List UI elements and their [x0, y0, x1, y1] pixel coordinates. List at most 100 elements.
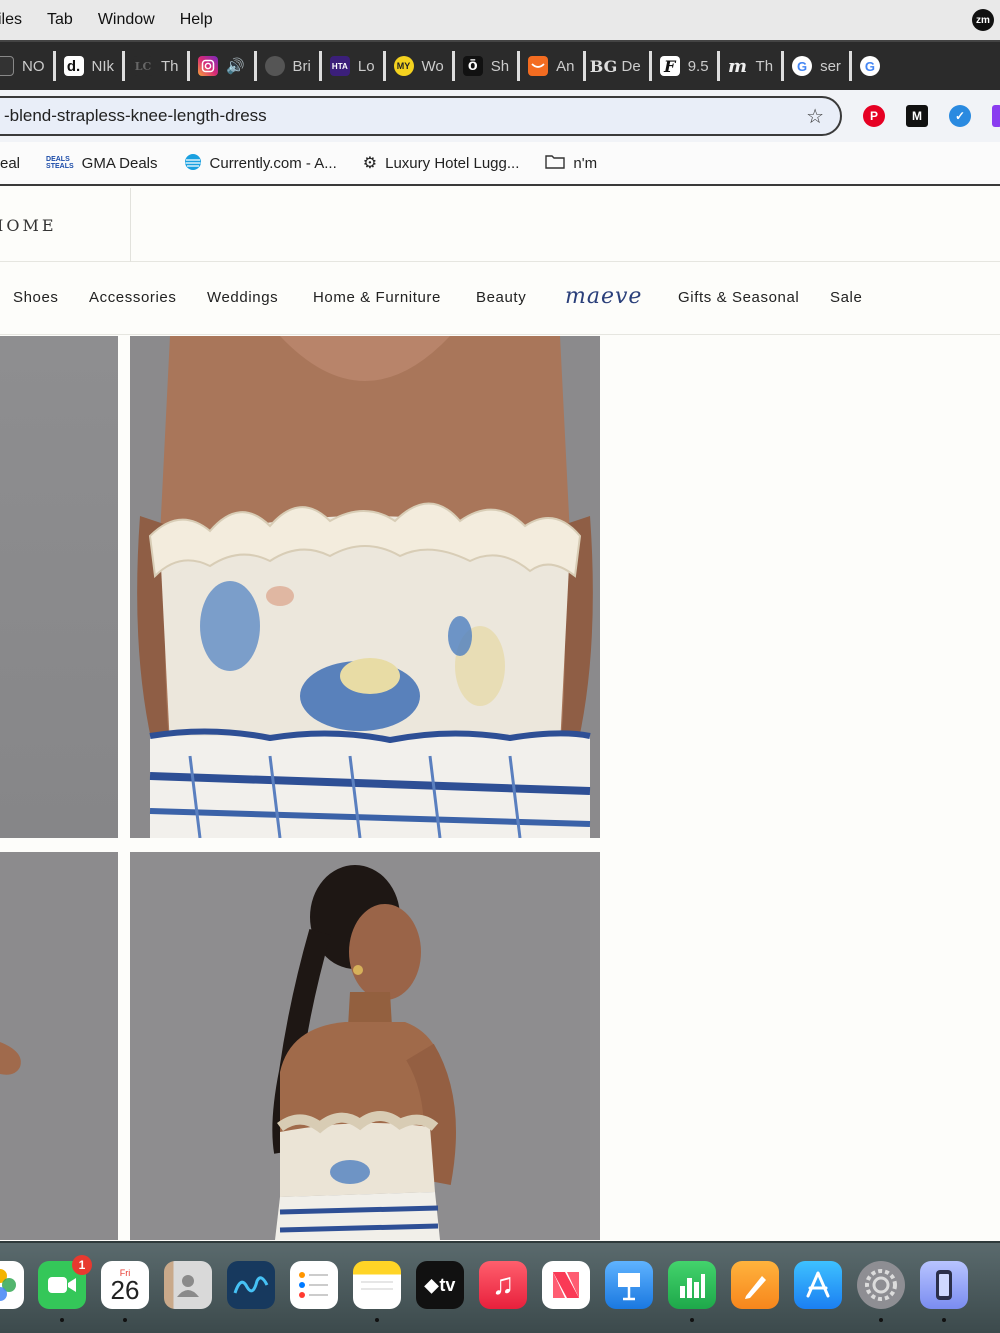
tab-script-f[interactable]: F 9.5 — [652, 51, 720, 81]
product-image-left-top[interactable] — [0, 336, 118, 838]
instagram-icon — [197, 56, 218, 76]
bookmark-label: eal — [0, 154, 21, 172]
globe-icon — [264, 56, 285, 76]
running-indicator — [60, 1318, 64, 1322]
running-indicator — [375, 1318, 379, 1322]
tv-label: ◆ — [424, 1274, 439, 1295]
tab-bg[interactable]: BG De — [586, 51, 652, 81]
running-indicator — [690, 1318, 694, 1322]
tab-ring[interactable]: ō Sh — [455, 51, 521, 81]
tab-label: 9.5 — [687, 57, 709, 75]
pinterest-icon[interactable]: P — [863, 105, 885, 127]
amazon-icon — [528, 56, 549, 76]
google-icon: G — [792, 56, 813, 76]
tab-nike[interactable]: d. NIk — [56, 51, 125, 81]
bookmark-folder-nm[interactable]: n'm — [545, 154, 597, 172]
dress-bodice-illustration — [130, 336, 600, 838]
facetime-icon[interactable]: 1 — [38, 1255, 92, 1309]
macos-menu-bar: iles Tab Window Help zm — [0, 0, 1000, 40]
d-icon: d. — [63, 56, 84, 76]
m-extension-icon[interactable]: M — [906, 105, 928, 127]
zoom-app-icon[interactable]: zm — [972, 9, 994, 31]
calendar-icon[interactable]: Fri 26 — [101, 1261, 149, 1309]
bg-icon: BG — [589, 56, 618, 76]
tab-my[interactable]: MY Wo — [386, 51, 455, 81]
folder-icon — [545, 154, 566, 172]
site-logo[interactable]: IOME — [0, 188, 131, 262]
news-icon[interactable] — [542, 1261, 590, 1309]
freeform-icon[interactable] — [227, 1261, 275, 1309]
nordstrom-icon — [0, 56, 14, 76]
app-store-icon[interactable] — [794, 1261, 842, 1309]
category-nav: Shoes Accessories Weddings Home & Furnit… — [0, 262, 1000, 335]
script-m-icon: m — [728, 55, 748, 77]
tab-google-2[interactable]: G — [852, 51, 896, 81]
menu-window[interactable]: Window — [98, 11, 155, 29]
tab-amazon[interactable]: An — [520, 51, 586, 81]
apple-tv-icon[interactable]: ◆ tv — [416, 1261, 464, 1309]
site-header: IOME — [0, 188, 1000, 262]
ring-icon: ō — [462, 56, 483, 76]
bookmark-star-icon[interactable]: ☆ — [806, 104, 824, 129]
tv-text: tv — [439, 1274, 456, 1295]
nav-accessories[interactable]: Accessories — [89, 289, 176, 306]
tab-label: ser — [820, 57, 841, 75]
pages-icon[interactable] — [731, 1261, 779, 1309]
tab-instagram[interactable]: 🔊 — [190, 51, 257, 81]
calendar-date: 26 — [110, 1275, 140, 1305]
bookmark-gma-deals[interactable]: DEALS STEALS GMA Deals — [46, 155, 157, 172]
bookmarks-bar: eal DEALS STEALS GMA Deals Currently.com … — [0, 142, 1000, 186]
keynote-icon[interactable] — [605, 1261, 653, 1309]
product-image-front-closeup[interactable] — [130, 336, 600, 838]
model-back-illustration — [130, 852, 600, 1240]
tab-lc[interactable]: LC Th — [125, 51, 190, 81]
photos-icon[interactable] — [0, 1261, 24, 1309]
running-indicator — [879, 1318, 883, 1322]
menu-tab[interactable]: Tab — [47, 11, 73, 29]
logo-text: IOME — [0, 215, 57, 235]
nav-shoes[interactable]: Shoes — [13, 289, 59, 306]
bookmark-luxury-hotel[interactable]: ⚙ Luxury Hotel Lugg... — [363, 153, 520, 173]
script-f-icon: F — [659, 56, 680, 76]
photo-backdrop — [0, 336, 118, 838]
my-icon: MY — [393, 56, 414, 76]
product-image-back-view[interactable] — [130, 852, 600, 1240]
tab-label: Th — [161, 57, 179, 75]
tab-label: NO — [22, 57, 45, 75]
tab-bri[interactable]: Bri — [257, 51, 322, 81]
menu-help[interactable]: Help — [180, 11, 213, 29]
gma-deals-icon: DEALS STEALS — [46, 156, 74, 170]
product-image-left-bottom[interactable] — [0, 852, 118, 1240]
iphone-mirroring-icon[interactable] — [920, 1261, 968, 1309]
blue-extension-icon[interactable]: ✓ — [949, 105, 971, 127]
running-indicator — [123, 1318, 127, 1322]
purple-extension-icon[interactable] — [992, 105, 1000, 127]
tab-label: An — [556, 57, 575, 75]
nav-weddings[interactable]: Weddings — [207, 289, 278, 306]
nav-maeve-logo[interactable]: maeve — [565, 284, 642, 309]
nav-sale[interactable]: Sale — [830, 289, 862, 306]
system-settings-icon[interactable] — [857, 1261, 905, 1309]
notes-icon[interactable] — [353, 1261, 401, 1309]
tab-label: Wo — [421, 57, 444, 75]
reminders-icon[interactable] — [290, 1261, 338, 1309]
url-text: -blend-strapless-knee-length-dress — [4, 106, 267, 125]
tab-google[interactable]: G ser — [784, 51, 852, 81]
bookmark-currently[interactable]: Currently.com - A... — [184, 153, 337, 174]
nav-home-furniture[interactable]: Home & Furniture — [313, 289, 441, 306]
contacts-icon[interactable] — [164, 1261, 212, 1309]
bookmark-label: n'm — [573, 154, 598, 172]
bookmark-deal[interactable]: eal — [0, 155, 20, 172]
address-bar[interactable]: -blend-strapless-knee-length-dress ☆ — [0, 96, 842, 136]
tab-nordstrom[interactable]: NO — [0, 51, 56, 81]
music-icon[interactable]: ♫ — [479, 1261, 527, 1309]
tab-script-m[interactable]: m Th — [720, 51, 785, 81]
tab-hta[interactable]: HTA Lo — [322, 51, 386, 81]
bookmark-label: Luxury Hotel Lugg... — [385, 154, 520, 172]
nav-gifts-seasonal[interactable]: Gifts & Seasonal — [678, 289, 799, 306]
notification-badge: 1 — [72, 1255, 92, 1275]
menu-files[interactable]: iles — [0, 11, 22, 29]
google-icon: G — [859, 56, 880, 76]
nav-beauty[interactable]: Beauty — [476, 289, 526, 306]
numbers-icon[interactable] — [668, 1261, 716, 1309]
